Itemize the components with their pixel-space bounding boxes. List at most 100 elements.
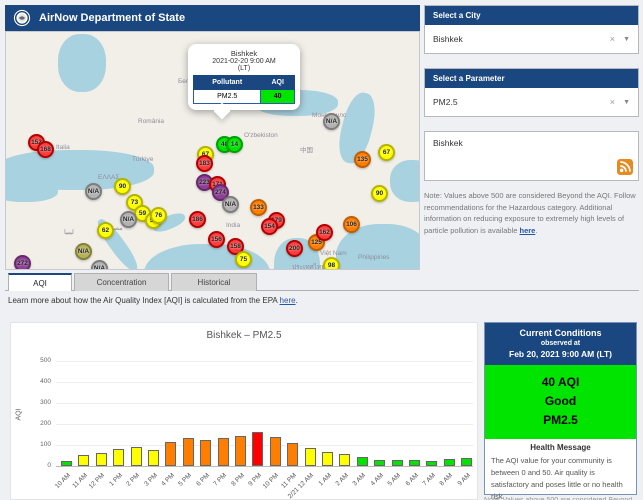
chart-title: Bishkek – PM2.5 xyxy=(11,330,477,341)
parameter-select-panel: Select a Parameter PM2.5 × ▼ xyxy=(424,68,639,117)
map-place-label: O'zbekiston xyxy=(244,132,278,139)
map-marker[interactable]: 90 xyxy=(114,178,131,195)
water-shape xyxy=(390,160,420,202)
chart-bar[interactable] xyxy=(78,455,89,466)
map-marker[interactable]: 14 xyxy=(226,136,243,153)
tab-bar: AQI Concentration Historical xyxy=(5,273,639,291)
map-marker[interactable]: 135 xyxy=(354,151,371,168)
chart-bar[interactable] xyxy=(409,460,420,466)
map-marker[interactable]: N/A xyxy=(323,113,340,130)
conditions-subtitle: observed at xyxy=(489,340,632,347)
conditions-header: Current Conditions observed at Feb 20, 2… xyxy=(485,323,636,365)
map-marker[interactable]: 154 xyxy=(261,218,278,235)
chart-bar[interactable] xyxy=(96,453,107,466)
health-message-text: The AQI value for your community is betw… xyxy=(491,455,630,500)
chart-bar[interactable] xyxy=(392,460,403,466)
chart-bar[interactable] xyxy=(287,443,298,466)
aqi-chart: Bishkek – PM2.5 AQI 0100200300400500 10 … xyxy=(10,322,478,500)
map-marker[interactable]: 67 xyxy=(378,144,395,161)
map-marker[interactable]: 183 xyxy=(196,155,213,172)
chart-bar[interactable] xyxy=(305,448,316,466)
map-marker[interactable]: 156 xyxy=(208,231,225,248)
map-marker[interactable]: 76 xyxy=(150,207,167,224)
map-marker[interactable]: 162 xyxy=(316,224,333,241)
feed-city-label: Bishkek xyxy=(433,138,463,148)
chart-bar[interactable] xyxy=(113,449,124,466)
chevron-down-icon[interactable]: ▼ xyxy=(623,99,630,106)
map-place-label: România xyxy=(138,118,164,125)
map-marker[interactable]: 90 xyxy=(371,185,388,202)
map-place-label: 中国 xyxy=(300,144,313,154)
beyond-aqi-note: Note: Values above 500 are considered Be… xyxy=(424,190,637,237)
city-select-value: Bishkek xyxy=(433,34,610,44)
chart-bar[interactable] xyxy=(322,452,333,466)
chart-bar[interactable] xyxy=(61,461,72,466)
map-place-label: Philippines xyxy=(358,254,389,261)
chart-bar[interactable] xyxy=(183,438,194,466)
state-department-seal-icon xyxy=(13,9,31,27)
map-marker[interactable]: 186 xyxy=(189,211,206,228)
chart-y-tick: 500 xyxy=(11,357,51,364)
chart-bar[interactable] xyxy=(148,450,159,466)
chart-bar[interactable] xyxy=(426,461,437,466)
current-conditions-panel: Current Conditions observed at Feb 20, 2… xyxy=(484,322,637,495)
epa-link[interactable]: here xyxy=(280,296,296,305)
rss-icon[interactable] xyxy=(617,159,633,175)
chart-gridline xyxy=(56,466,473,467)
chart-bar[interactable] xyxy=(165,442,176,466)
learn-more-prefix: Learn more about how the Air Quality Ind… xyxy=(8,296,280,305)
parameter-select-value: PM2.5 xyxy=(433,97,610,107)
learn-more-suffix: . xyxy=(296,296,298,305)
city-feed-box: Bishkek xyxy=(424,131,639,181)
chart-bar[interactable] xyxy=(357,457,368,466)
chart-bar[interactable] xyxy=(444,459,455,466)
map-marker[interactable]: 133 xyxy=(250,199,267,216)
map-marker[interactable]: 62 xyxy=(97,222,114,239)
popup-timezone: (LT) xyxy=(193,65,295,72)
clear-icon[interactable]: × xyxy=(610,34,615,44)
tab-historical[interactable]: Historical xyxy=(171,273,257,291)
map-marker[interactable]: 272 xyxy=(14,255,31,270)
chart-bar[interactable] xyxy=(252,432,263,466)
map-place-label: ประเทศไทย xyxy=(292,262,325,270)
chart-bar[interactable] xyxy=(131,447,142,466)
note-here-link[interactable]: here xyxy=(519,226,535,235)
popup-col-pollutant: Pollutant xyxy=(194,76,261,90)
map-marker[interactable]: 106 xyxy=(343,216,360,233)
conditions-title: Current Conditions xyxy=(489,328,632,338)
city-select-panel: Select a City Bishkek × ▼ xyxy=(424,5,639,54)
map-marker[interactable]: 168 xyxy=(37,141,54,158)
tab-aqi[interactable]: AQI xyxy=(8,273,72,291)
health-message-title: Health Message xyxy=(491,443,630,452)
chart-bar[interactable] xyxy=(218,438,229,466)
chart-bar[interactable] xyxy=(374,460,385,466)
map-marker[interactable]: 98 xyxy=(323,257,340,270)
parameter-select[interactable]: PM2.5 × ▼ xyxy=(425,88,638,116)
parameter-panel-title: Select a Parameter xyxy=(425,69,638,88)
chart-bar[interactable] xyxy=(200,440,211,466)
chart-bar[interactable] xyxy=(339,454,350,466)
chart-gridline xyxy=(56,361,473,362)
map-marker[interactable]: N/A xyxy=(75,243,92,260)
tab-concentration[interactable]: Concentration xyxy=(74,273,169,291)
chevron-down-icon[interactable]: ▼ xyxy=(623,36,630,43)
map-marker[interactable]: N/A xyxy=(222,196,239,213)
chart-y-tick: 0 xyxy=(11,462,51,469)
clear-icon[interactable]: × xyxy=(610,97,615,107)
map-marker[interactable]: 200 xyxy=(286,240,303,257)
city-select[interactable]: Bishkek × ▼ xyxy=(425,25,638,53)
chart-bar[interactable] xyxy=(461,458,472,466)
city-panel-title: Select a City xyxy=(425,6,638,25)
map-marker[interactable]: 75 xyxy=(235,251,252,268)
chart-y-tick: 400 xyxy=(11,378,51,385)
map-marker[interactable]: N/A xyxy=(91,260,108,270)
app-title: AirNow Department of State xyxy=(39,12,185,24)
chart-bar[interactable] xyxy=(270,437,281,466)
chart-y-axis-label: AQI xyxy=(16,408,23,420)
popup-datetime: 2021-02-20 9:00 AM xyxy=(193,58,295,65)
map-place-label: Việt Nam xyxy=(320,250,347,257)
chart-bar[interactable] xyxy=(235,436,246,466)
map-marker[interactable]: N/A xyxy=(85,183,102,200)
map-place-label: Türkiye xyxy=(132,156,153,163)
map-marker[interactable]: N/A xyxy=(120,211,137,228)
